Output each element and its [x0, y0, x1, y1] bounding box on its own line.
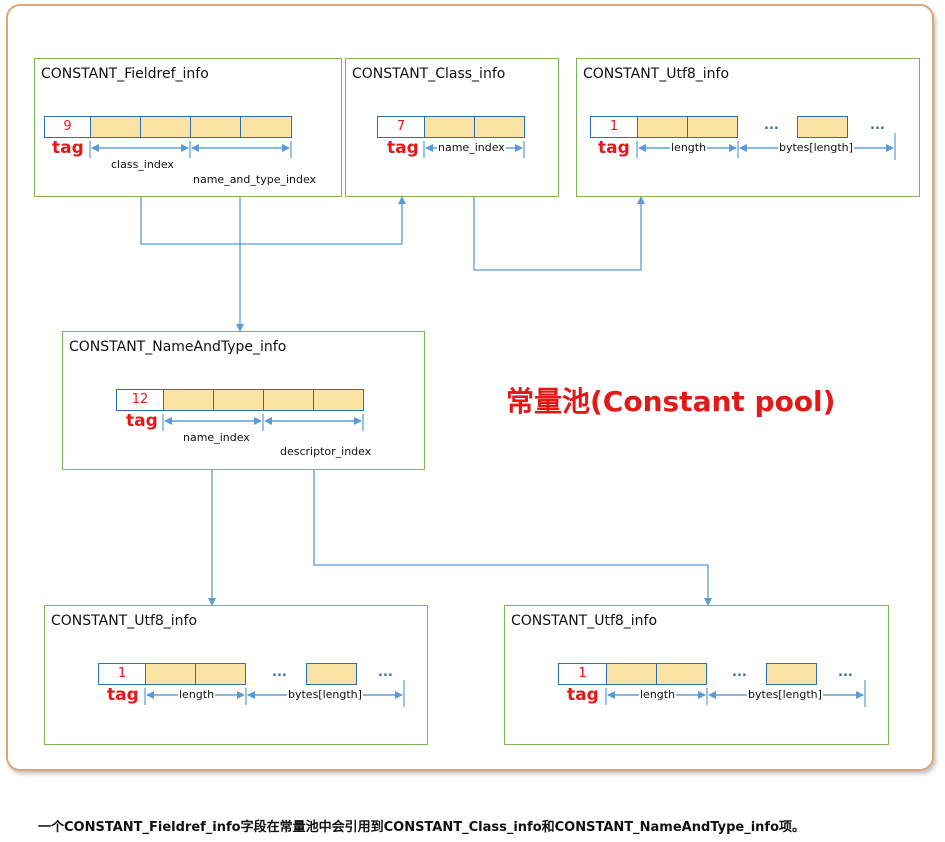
utf8-right-length-label: length	[639, 688, 677, 701]
utf8-right-bytes-label: bytes[length]	[747, 688, 823, 701]
utf8-right-dimension-lines	[605, 680, 866, 707]
figure-caption: 一个CONSTANT_Fieldref_info字段在常量池中会引用到CONST…	[38, 820, 806, 835]
